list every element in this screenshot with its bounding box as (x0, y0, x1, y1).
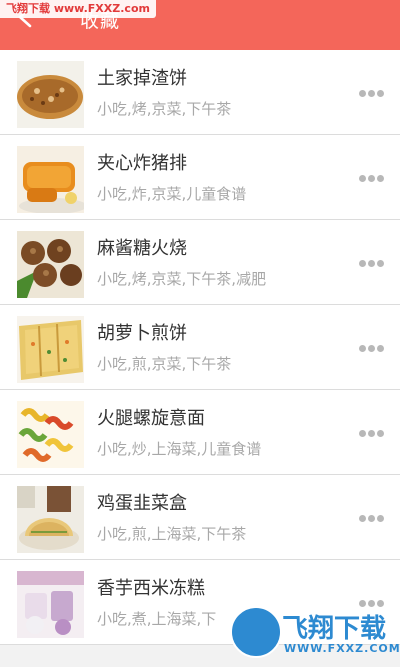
recipe-thumbnail (17, 231, 84, 298)
more-options-icon[interactable] (359, 345, 385, 353)
recipe-thumbnail (17, 401, 84, 468)
more-options-icon[interactable] (359, 175, 385, 183)
logo-icon (230, 606, 282, 658)
recipe-title: 夹心炸猪排 (97, 153, 187, 174)
recipe-tags: 小吃,炒,上海菜,儿童食谱 (97, 440, 262, 458)
list-item[interactable]: 夹心炸猪排 小吃,炸,京菜,儿童食谱 (0, 135, 400, 220)
recipe-tags: 小吃,烤,京菜,下午茶,减肥 (97, 270, 267, 288)
recipe-thumbnail (17, 486, 84, 553)
recipe-title: 土家掉渣饼 (97, 68, 187, 89)
app-screen: 收藏 飞翔下载 www.FXXZ.com 土家掉渣饼 小吃,烤,京菜,下午茶 夹… (0, 0, 400, 667)
recipe-title: 鸡蛋韭菜盒 (97, 493, 187, 514)
list-item[interactable]: 胡萝卜煎饼 小吃,煎,京菜,下午茶 (0, 305, 400, 390)
more-options-icon[interactable] (359, 260, 385, 268)
recipe-title: 胡萝卜煎饼 (97, 323, 187, 344)
list-item[interactable]: 土家掉渣饼 小吃,烤,京菜,下午茶 (0, 50, 400, 135)
recipe-thumbnail (17, 61, 84, 128)
header-bar: 收藏 飞翔下载 www.FXXZ.com (0, 0, 400, 50)
recipe-title: 麻酱糖火烧 (97, 238, 187, 259)
watermark-url: WWW.FXXZ.COM (284, 642, 400, 655)
recipe-tags: 小吃,烤,京菜,下午茶 (97, 100, 232, 118)
recipe-tags: 小吃,炸,京菜,儿童食谱 (97, 185, 247, 203)
list-item[interactable]: 火腿螺旋意面 小吃,炒,上海菜,儿童食谱 (0, 390, 400, 475)
list-item[interactable]: 鸡蛋韭菜盒 小吃,煎,上海菜,下午茶 (0, 475, 400, 560)
more-options-icon[interactable] (359, 515, 385, 523)
favorites-list: 土家掉渣饼 小吃,烤,京菜,下午茶 夹心炸猪排 小吃,炸,京菜,儿童食谱 麻酱糖… (0, 50, 400, 645)
recipe-thumbnail (17, 571, 84, 638)
recipe-thumbnail (17, 316, 84, 383)
recipe-tags: 小吃,煮,上海菜,下 (97, 610, 217, 628)
recipe-title: 火腿螺旋意面 (97, 408, 205, 429)
recipe-thumbnail (17, 146, 84, 213)
more-options-icon[interactable] (359, 90, 385, 98)
recipe-tags: 小吃,煎,京菜,下午茶 (97, 355, 232, 373)
watermark-label: 飞翔下载 www.FXXZ.com (0, 0, 156, 18)
recipe-title: 香芋西米冻糕 (97, 578, 205, 599)
recipe-tags: 小吃,煎,上海菜,下午茶 (97, 525, 247, 543)
watermark-logo: 飞翔下载 WWW.FXXZ.COM (230, 604, 400, 667)
list-item[interactable]: 麻酱糖火烧 小吃,烤,京菜,下午茶,减肥 (0, 220, 400, 305)
more-options-icon[interactable] (359, 430, 385, 438)
watermark-name: 飞翔下载 (282, 614, 387, 644)
